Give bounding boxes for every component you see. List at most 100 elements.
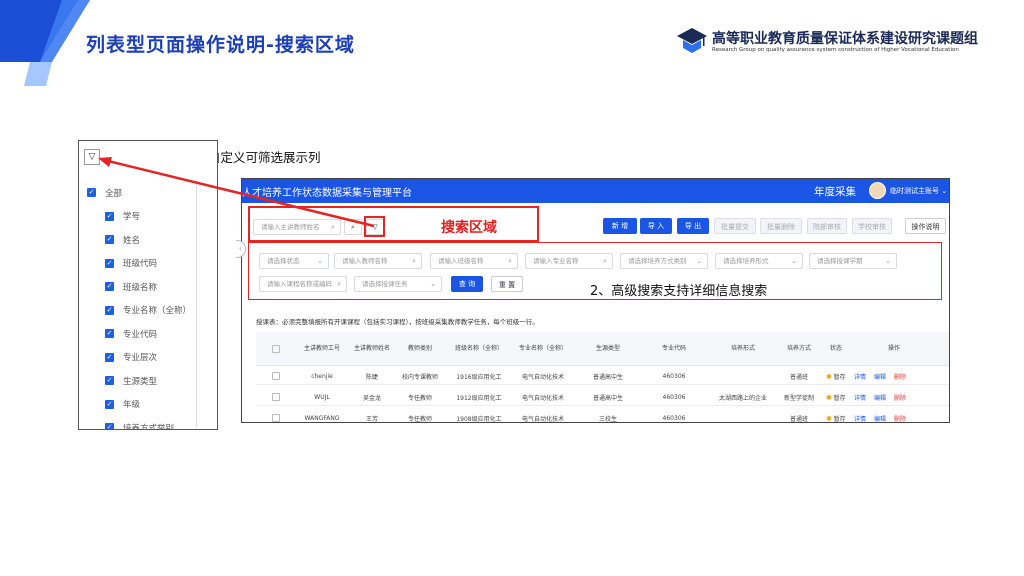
note-advanced-search: 2、高级搜索支持详细信息搜索 (590, 284, 768, 299)
table-cell: 电气自动化技术 (521, 394, 564, 402)
table-cell: 460306 (662, 414, 686, 422)
column-header[interactable]: 生源类型 (574, 332, 642, 366)
edit-link[interactable]: 编辑 (874, 414, 886, 423)
status-dot-icon: ● (826, 414, 832, 422)
table-cell: 460306 (662, 372, 686, 380)
column-header[interactable]: 培养形式 (706, 332, 780, 366)
column-header[interactable]: 专业代码 (644, 332, 704, 366)
select-all-checkbox[interactable] (268, 332, 284, 366)
detail-link[interactable]: 详情 (854, 414, 866, 423)
school-review-button[interactable]: 学校审核 (852, 218, 892, 234)
import-button[interactable]: 导 入 (640, 218, 672, 234)
app-header: 人才培养工作状态数据采集与管理平台 年度采集 临时测试主账号 ⌄ (242, 179, 949, 203)
mortarboard-icon (677, 28, 707, 53)
column-header[interactable]: 主讲教师工号 (296, 332, 348, 366)
checkbox-icon[interactable]: ✓ (105, 282, 114, 292)
table-cell: 普通班 (789, 415, 808, 423)
table-row[interactable]: WANGFANG 王芳 专任教师 1908级应用化工 电气自动化技术 三校生 460306 普… (256, 409, 949, 423)
column-option[interactable]: ✓ 姓名 (87, 228, 207, 252)
user-menu[interactable]: 临时测试主账号 ⌄ (890, 186, 947, 196)
table-cell: 普通班 (789, 373, 808, 381)
column-option[interactable]: ✓ 年级 (87, 393, 207, 417)
table-cell: 1908级应用化工 (456, 415, 502, 423)
column-header[interactable]: 状态 (818, 332, 854, 366)
table-cell: 专任教师 (407, 415, 432, 423)
checkbox-icon[interactable]: ✓ (105, 329, 114, 339)
table-cell: 专任教师 (407, 394, 432, 402)
column-option-label: 姓名 (123, 235, 141, 246)
table-cell: 陈婕 (365, 373, 378, 381)
column-option[interactable]: ✓ 培养方式举别 (87, 416, 207, 429)
table-cell: WANGFANG (304, 414, 340, 422)
checkbox-icon[interactable]: ✓ (105, 258, 114, 268)
table-cell: 三校生 (598, 415, 617, 423)
table-cell (706, 409, 780, 422)
filter-icon[interactable]: ▽ (84, 149, 100, 165)
column-option[interactable]: ✓ 学号 (87, 205, 207, 229)
column-header[interactable]: 班级名称（全称） (446, 332, 512, 366)
status-dot-icon: ● (826, 393, 832, 401)
checkbox-icon[interactable]: ✓ (105, 305, 114, 315)
column-option-label: 生源类型 (123, 376, 158, 387)
checkbox-icon[interactable]: ✓ (105, 399, 114, 409)
column-option[interactable]: ✓ 专业层次 (87, 346, 207, 370)
avatar[interactable] (869, 182, 886, 199)
column-chooser-panel: ▽ ✓ 全部 ✓ 学号 ✓ 姓名 ✓ 班级代码 ✓ 班级名称 ✓ 专业名称（全称） ✓ 专业代码 ✓ 专业层次… (78, 140, 218, 430)
table-cell: 460306 (662, 393, 686, 401)
column-option[interactable]: ✓ 班级代码 (87, 252, 207, 276)
edit-link[interactable]: 编辑 (874, 372, 886, 381)
row-checkbox[interactable] (268, 388, 284, 406)
column-option[interactable]: ✓ 全部 (87, 181, 207, 205)
checkbox-icon[interactable]: ✓ (105, 423, 114, 429)
column-header[interactable]: 主讲教师姓名 (350, 332, 394, 366)
table-row[interactable]: WUJL 吴金龙 专任教师 1912级应用化工 电气自动化技术 普通高中生 460306 太湖… (256, 388, 949, 406)
edit-link[interactable]: 编辑 (874, 393, 886, 402)
batch-submit-button[interactable]: 批量提交 (714, 218, 756, 234)
column-header[interactable]: 操作 (854, 332, 934, 366)
column-option[interactable]: ✓ 专业代码 (87, 322, 207, 346)
tab-annual-collection[interactable]: 年度采集 (814, 184, 856, 199)
column-option-label: 全部 (105, 188, 123, 199)
checkbox-icon[interactable]: ✓ (105, 235, 114, 245)
status-cell: ● 暂存 (818, 388, 854, 406)
actions-cell: 详情 编辑 删除 (854, 388, 934, 406)
table-cell: 1916级应用化工 (456, 373, 502, 381)
column-option[interactable]: ✓ 生源类型 (87, 369, 207, 393)
row-checkbox[interactable] (268, 367, 284, 385)
table-cell: 新型学徒制 (783, 394, 814, 402)
export-button[interactable]: 导 出 (677, 218, 709, 234)
status-badge: 暂存 (833, 394, 846, 402)
column-option[interactable]: ✓ 专业名称（全称） (87, 299, 207, 323)
filter-highlight-box (364, 216, 385, 237)
checkbox-icon[interactable]: ✓ (105, 211, 114, 221)
help-button[interactable]: 操作说明 (905, 218, 946, 234)
actions-cell: 详情 编辑 删除 (854, 367, 934, 385)
checkbox-icon[interactable]: ✓ (105, 352, 114, 362)
checkbox-icon[interactable]: ✓ (87, 188, 96, 198)
dept-review-button[interactable]: 院部审核 (807, 218, 847, 234)
status-badge: 暂存 (833, 373, 846, 381)
batch-delete-button[interactable]: 批量删除 (760, 218, 802, 234)
column-header[interactable]: 培养方式 (781, 332, 817, 366)
column-header[interactable]: 专业名称（全称） (514, 332, 572, 366)
column-option-label: 专业名称（全称） (123, 306, 192, 317)
delete-link[interactable]: 删除 (894, 393, 906, 402)
table-row[interactable]: chenjie 陈婕 校内专课教师 1916级应用化工 电气自动化技术 普通高中生 4603… (256, 367, 949, 385)
checkbox-icon[interactable]: ✓ (105, 376, 114, 386)
status-dot-icon: ● (826, 372, 832, 380)
new-button[interactable]: 新 增 (603, 218, 637, 234)
table-cell: 1912级应用化工 (456, 394, 502, 402)
corner-decoration (0, 0, 90, 86)
column-option[interactable]: ✓ 班级名称 (87, 275, 207, 299)
column-header[interactable]: 教师类别 (396, 332, 444, 366)
table-cell: 普通高中生 (592, 394, 623, 402)
column-option-label: 专业代码 (123, 329, 158, 340)
delete-link[interactable]: 删除 (894, 372, 906, 381)
actions-cell: 详情 编辑 删除 (854, 409, 934, 423)
detail-link[interactable]: 详情 (854, 393, 866, 402)
row-checkbox[interactable] (268, 409, 284, 422)
table-cell (706, 367, 780, 385)
org-name-cn: 高等职业教育质量保证体系建设研究课题组 (712, 31, 978, 47)
detail-link[interactable]: 详情 (854, 372, 866, 381)
delete-link[interactable]: 删除 (894, 414, 906, 423)
